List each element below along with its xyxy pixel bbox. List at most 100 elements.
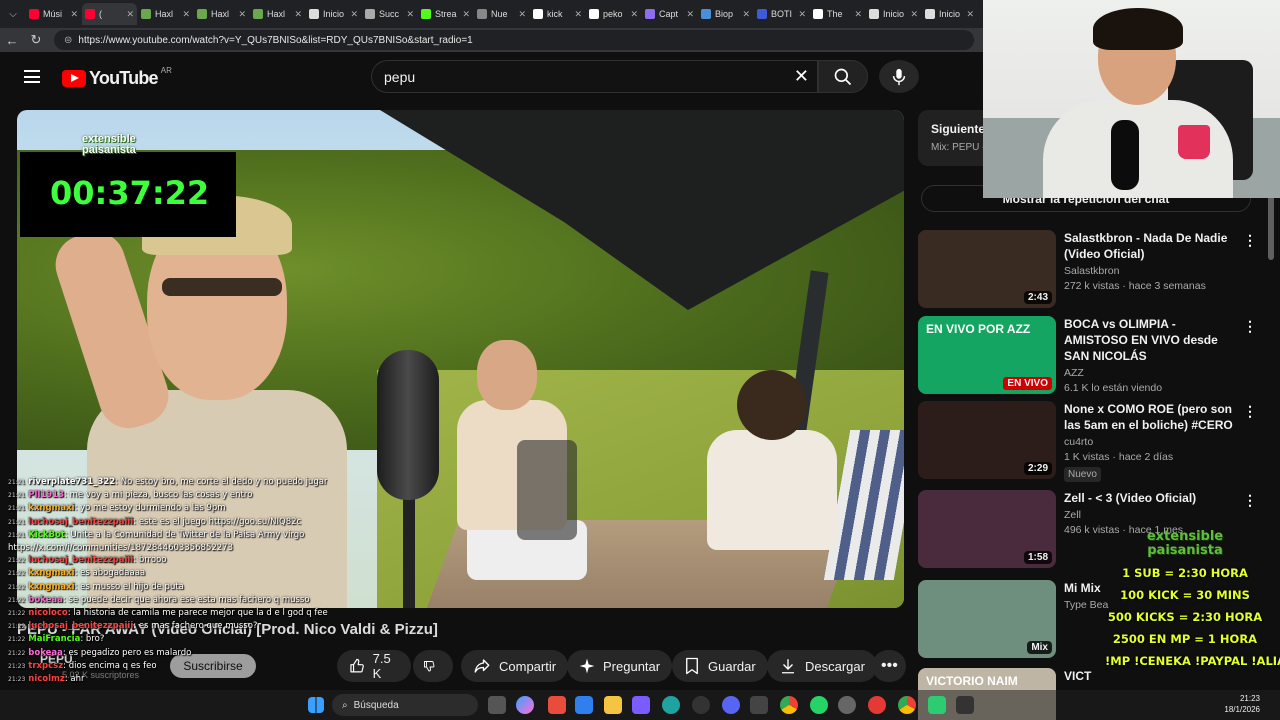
discord-icon[interactable] xyxy=(722,696,740,714)
recommendation-title[interactable]: Salastkbron - Nada De Nadie (Video Ofici… xyxy=(1064,230,1242,262)
windows-start-icon[interactable] xyxy=(308,697,324,713)
browser-tab[interactable]: Strea ✕ xyxy=(418,3,473,25)
recommendation-channel[interactable]: Salastkbron xyxy=(1064,265,1242,277)
site-info-icon[interactable]: ⊜ xyxy=(64,35,72,46)
close-tab-icon[interactable]: ✕ xyxy=(686,9,694,20)
chat-username[interactable]: Pll1913 xyxy=(28,490,64,500)
close-tab-icon[interactable]: ✕ xyxy=(182,9,190,20)
recommendation-title[interactable]: BOCA vs OLIMPIA - AMISTOSO EN VIVO desde… xyxy=(1064,316,1242,364)
recommendation-channel[interactable]: AZZ xyxy=(1064,367,1242,379)
dislike-button[interactable] xyxy=(413,650,453,682)
chrome-icon[interactable] xyxy=(780,696,798,714)
more-options-icon[interactable]: ⋮ xyxy=(1243,318,1257,335)
close-tab-icon[interactable]: ✕ xyxy=(854,9,862,20)
chat-username[interactable]: luchosaj_benitezzpaiii xyxy=(28,555,133,565)
photos-icon[interactable] xyxy=(575,696,593,714)
chat-username[interactable]: luchosaj_benitezzpaiii xyxy=(28,517,133,527)
recommendation-title[interactable]: Zell - < 3 (Video Oficial) xyxy=(1064,490,1242,506)
chat-username[interactable]: trxpcsz xyxy=(28,661,63,671)
browser-tab[interactable]: Inicio ✕ xyxy=(866,3,921,25)
voice-search-button[interactable] xyxy=(879,60,919,93)
recommendation-item[interactable]: 2:29 None x COMO ROE (pero son las 5am en… xyxy=(918,401,1258,482)
download-button[interactable]: Descargar xyxy=(767,650,877,682)
recommendation-thumbnail[interactable]: Mix xyxy=(918,580,1056,658)
store-icon[interactable] xyxy=(548,696,566,714)
task-view-icon[interactable] xyxy=(488,696,506,714)
chat-username[interactable]: kxngmaxi xyxy=(28,503,74,513)
chat-username[interactable]: bokeaa xyxy=(28,648,63,658)
recommendation-item[interactable]: 2:43 Salastkbron - Nada De Nadie (Video O… xyxy=(918,230,1258,310)
edge-icon[interactable] xyxy=(662,696,680,714)
youtube-logo[interactable]: YouTube AR xyxy=(62,66,172,89)
reload-icon[interactable]: ↻ xyxy=(24,32,48,48)
search-input[interactable]: pepu ✕ xyxy=(371,60,818,93)
browser-tab[interactable]: Haxl ✕ xyxy=(194,3,249,25)
save-button[interactable]: Guardar xyxy=(672,650,768,682)
close-tab-icon[interactable]: ✕ xyxy=(910,9,918,20)
chat-username[interactable]: kxngmaxi xyxy=(28,568,74,578)
chrome-profile-icon[interactable] xyxy=(898,696,916,714)
close-tab-icon[interactable]: ✕ xyxy=(126,9,134,20)
close-tab-icon[interactable]: ✕ xyxy=(406,9,414,20)
chat-username[interactable]: KickBot xyxy=(28,530,65,540)
close-tab-icon[interactable]: ✕ xyxy=(462,9,470,20)
chat-username[interactable]: MaiFrancia xyxy=(28,634,80,644)
more-options-icon[interactable]: ⋮ xyxy=(1243,403,1257,420)
browser-tab[interactable]: BOTI ✕ xyxy=(754,3,809,25)
recommendation-channel[interactable]: cu4rto xyxy=(1064,436,1242,448)
sidebar-scrollbar[interactable] xyxy=(1268,190,1274,260)
browser-tab[interactable]: Succ ✕ xyxy=(362,3,417,25)
browser-tab[interactable]: Músi ✕ xyxy=(26,3,81,25)
file-explorer-icon[interactable] xyxy=(604,696,622,714)
chat-username[interactable]: kxngmaxi xyxy=(28,582,74,592)
system-clock[interactable]: 21:23 18/1/2026 xyxy=(1210,693,1260,715)
search-button[interactable] xyxy=(818,60,868,93)
back-icon[interactable]: ← xyxy=(0,33,24,48)
recording-app-icon[interactable] xyxy=(868,696,886,714)
recommendation-item[interactable]: EN VIVO POR AZZ EN VIVO BOCA vs OLIMPIA - … xyxy=(918,316,1258,396)
browser-tab[interactable]: Haxl ✕ xyxy=(138,3,193,25)
github-icon[interactable] xyxy=(692,696,710,714)
recommendation-thumbnail[interactable]: EN VIVO POR AZZ EN VIVO xyxy=(918,316,1056,394)
close-tab-icon[interactable]: ✕ xyxy=(742,9,750,20)
more-options-icon[interactable]: ⋮ xyxy=(1243,232,1257,249)
close-tab-icon[interactable]: ✕ xyxy=(350,9,358,20)
browser-tab[interactable]: Haxl ✕ xyxy=(250,3,305,25)
close-tab-icon[interactable]: ✕ xyxy=(798,9,806,20)
recommendation-channel[interactable]: Zell xyxy=(1064,509,1242,521)
pen-app-icon[interactable] xyxy=(632,696,650,714)
browser-tab[interactable]: Biop ✕ xyxy=(698,3,753,25)
address-bar[interactable]: ⊜ https://www.youtube.com/watch?v=Y_QUs7… xyxy=(54,30,974,50)
close-tab-icon[interactable]: ✕ xyxy=(70,9,78,20)
close-tab-icon[interactable]: ✕ xyxy=(630,9,638,20)
close-tab-icon[interactable]: ✕ xyxy=(966,9,974,20)
browser-tab[interactable]: Inicio ✕ xyxy=(922,3,977,25)
browser-tab[interactable]: Capt ✕ xyxy=(642,3,697,25)
widgets-icon[interactable] xyxy=(516,696,534,714)
taskbar-search[interactable]: ⌕ Búsqueda xyxy=(332,694,478,716)
recommendation-thumbnail[interactable]: 1:58 xyxy=(918,490,1056,568)
more-actions-button[interactable]: ••• xyxy=(872,650,906,682)
chat-username[interactable]: riverplate731_322 xyxy=(28,477,115,487)
recommendation-thumbnail[interactable]: 2:43 xyxy=(918,230,1056,308)
browser-tab[interactable]: kick ✕ xyxy=(530,3,585,25)
like-button[interactable]: 7.5 K xyxy=(337,650,411,682)
browser-tab[interactable]: Nue ✕ xyxy=(474,3,529,25)
clear-search-icon[interactable]: ✕ xyxy=(794,66,809,87)
close-tab-icon[interactable]: ✕ xyxy=(238,9,246,20)
whatsapp-icon[interactable] xyxy=(810,696,828,714)
ask-button[interactable]: Preguntar xyxy=(567,650,673,682)
menu-icon[interactable] xyxy=(24,70,40,83)
chat-username[interactable]: nicoloco xyxy=(28,608,67,618)
browser-tab[interactable]: peko ✕ xyxy=(586,3,641,25)
browser-tab[interactable]: (✕ xyxy=(82,3,137,25)
terminal-icon[interactable] xyxy=(750,696,768,714)
browser-tab[interactable]: The ✕ xyxy=(810,3,865,25)
browser-tab[interactable]: Inicio ✕ xyxy=(306,3,361,25)
gaming-app-icon[interactable] xyxy=(928,696,946,714)
tab-search-dropdown[interactable]: ⌵ xyxy=(0,0,26,28)
close-tab-icon[interactable]: ✕ xyxy=(518,9,526,20)
close-tab-icon[interactable]: ✕ xyxy=(574,9,582,20)
recommendation-thumbnail[interactable]: 2:29 xyxy=(918,401,1056,479)
more-options-icon[interactable]: ⋮ xyxy=(1243,492,1257,509)
